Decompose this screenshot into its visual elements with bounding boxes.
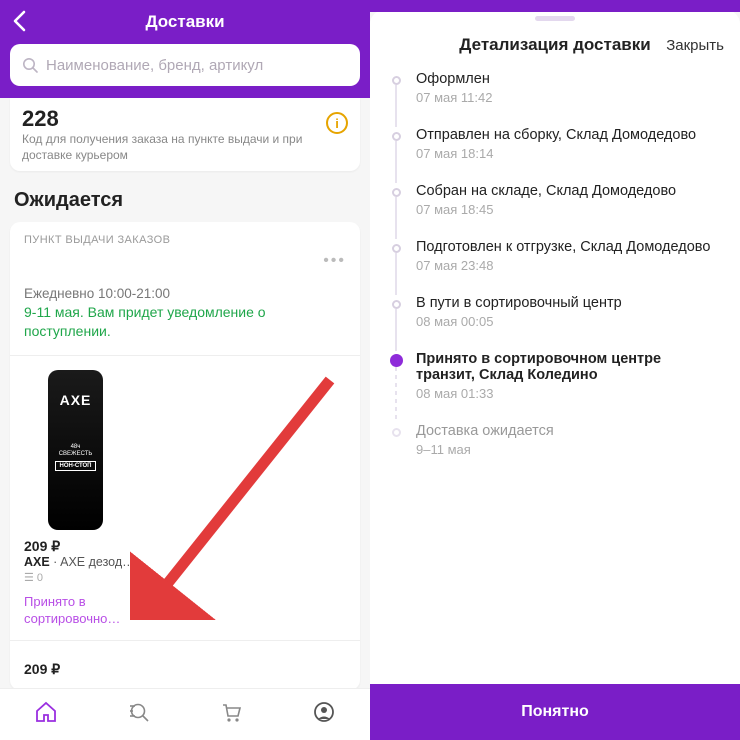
search-field[interactable] (46, 57, 348, 74)
timeline-event: Отправлен на сборку, Склад Домодедово 07 … (388, 127, 722, 183)
timeline-event: Оформлен 07 мая 11:42 (388, 71, 722, 127)
pvz-eta: 9-11 мая. Вам придет уведомление о посту… (24, 303, 346, 341)
pvz-label: ПУНКТ ВЫДАЧИ ЗАКАЗОВ (24, 234, 346, 246)
timeline-dot (390, 354, 403, 367)
timeline-dot (392, 132, 401, 141)
event-time: 07 мая 18:45 (416, 202, 722, 217)
item-brand: AXE · AXE дезод… (24, 555, 152, 569)
timeline-dot (392, 428, 401, 437)
pickup-point-card: ПУНКТ ВЫДАЧИ ЗАКАЗОВ ••• Ежедневно 10:00… (10, 222, 360, 690)
section-title: Ожидается (0, 183, 370, 222)
deliveries-screen: Доставки 228 Код для получения заказа на… (0, 0, 370, 740)
more-icon[interactable]: ••• (323, 252, 346, 270)
product-image: AXE 48чСВЕЖЕСТЬ НОН-СТОП (48, 370, 103, 530)
delivery-details-sheet: Детализация доставки Закрыть Оформлен 07 … (370, 0, 740, 740)
timeline-event: Подготовлен к отгрузке, Склад Домодедово… (388, 239, 722, 295)
timeline-dot (392, 244, 401, 253)
timeline-event: В пути в сортировочный центр 08 мая 00:05 (388, 295, 722, 351)
sheet-title: Детализация доставки (459, 35, 650, 55)
timeline-event: Принято в сортировочном центре транзит, … (388, 351, 722, 423)
order-item[interactable]: AXE 48чСВЕЖЕСТЬ НОН-СТОП 209 ₽ AXE · AXE… (24, 370, 152, 628)
item-price: 209 ₽ (24, 538, 152, 555)
pickup-code-card: 228 Код для получения заказа на пункте в… (10, 98, 360, 171)
timeline: Оформлен 07 мая 11:42 Отправлен на сборку,… (370, 71, 740, 684)
order-total: 209 ₽ (24, 661, 346, 678)
search-icon (22, 57, 38, 73)
timeline-dot (392, 76, 401, 85)
timeline-dot (392, 300, 401, 309)
event-time: 9–11 мая (416, 442, 722, 457)
tab-cart[interactable] (219, 700, 243, 729)
event-title: Оформлен (416, 71, 722, 87)
content-scroll[interactable]: 228 Код для получения заказа на пункте в… (0, 98, 370, 740)
search-input[interactable] (10, 44, 360, 86)
tab-home[interactable] (34, 700, 58, 729)
event-time: 08 мая 00:05 (416, 314, 722, 329)
pickup-code-desc: Код для получения заказа на пункте выдач… (22, 132, 320, 163)
event-title: Подготовлен к отгрузке, Склад Домодедово (416, 239, 722, 255)
tab-profile[interactable] (312, 700, 336, 729)
tab-bar (0, 688, 370, 740)
event-title: Отправлен на сборку, Склад Домодедово (416, 127, 722, 143)
timeline-event: Доставка ожидается 9–11 мая (388, 423, 722, 479)
event-time: 07 мая 18:14 (416, 146, 722, 161)
event-title: Доставка ожидается (416, 423, 722, 439)
confirm-button[interactable]: Понятно (370, 684, 740, 740)
sheet-header: Детализация доставки Закрыть (370, 21, 740, 71)
timeline-dot (392, 188, 401, 197)
event-time: 08 мая 01:33 (416, 386, 722, 401)
event-title: Принято в сортировочном центре транзит, … (416, 351, 722, 383)
back-icon[interactable] (12, 10, 26, 37)
page-title: Доставки (145, 12, 224, 32)
header: Доставки (0, 0, 370, 98)
info-icon[interactable]: i (326, 112, 348, 134)
item-status[interactable]: Принято всортировочно… (24, 594, 152, 628)
event-title: В пути в сортировочный центр (416, 295, 722, 311)
close-button[interactable]: Закрыть (666, 37, 724, 54)
timeline-event: Собран на складе, Склад Домодедово 07 мая… (388, 183, 722, 239)
pvz-hours: Ежедневно 10:00-21:00 (24, 286, 346, 301)
pickup-code: 228 (22, 106, 320, 132)
tab-search[interactable] (127, 700, 151, 729)
event-title: Собран на складе, Склад Домодедово (416, 183, 722, 199)
event-time: 07 мая 11:42 (416, 90, 722, 105)
item-qty: ☰ 0 (24, 571, 152, 584)
event-time: 07 мая 23:48 (416, 258, 722, 273)
